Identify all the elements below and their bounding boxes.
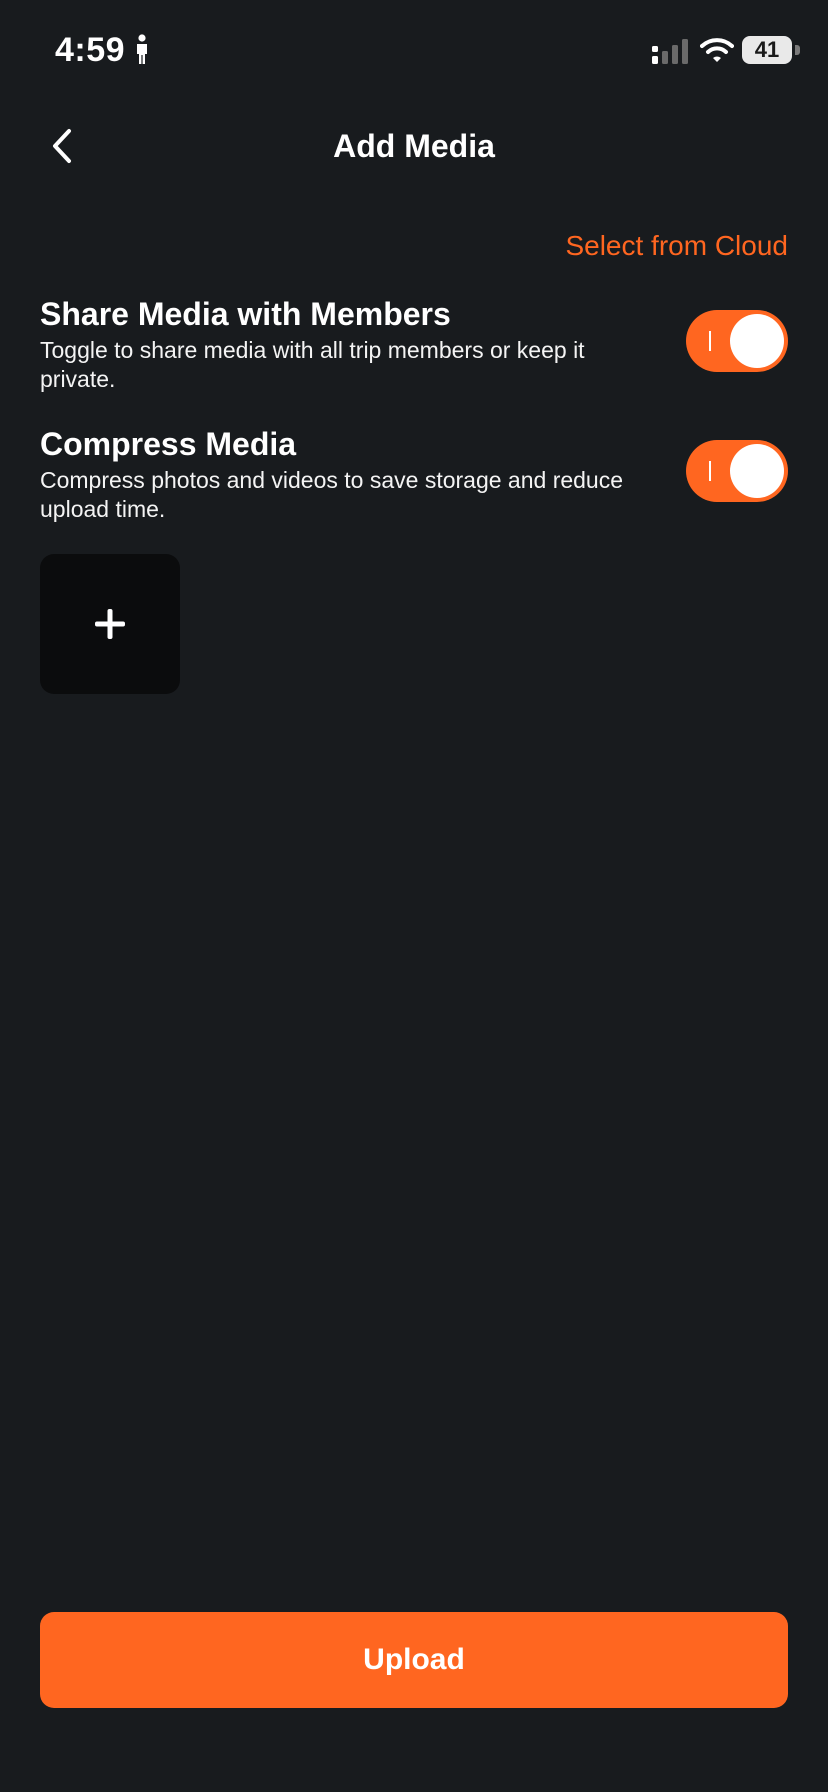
toggle-knob	[730, 314, 784, 368]
share-media-description: Toggle to share media with all trip memb…	[40, 337, 585, 392]
share-media-toggle[interactable]	[686, 310, 788, 372]
compress-media-setting: Compress Media Compress photos and video…	[40, 424, 788, 524]
toggle-on-mark	[709, 331, 711, 351]
toggle-knob	[730, 444, 784, 498]
toggle-on-mark	[709, 461, 711, 481]
plus-icon	[95, 609, 125, 639]
battery-tip	[795, 45, 800, 55]
status-indicators: 41	[638, 30, 828, 70]
share-media-title: Share Media with Members	[40, 296, 451, 332]
battery-icon: 41	[742, 36, 792, 64]
status-time: 4:59	[55, 31, 126, 69]
status-bar: 4:59 41	[0, 0, 828, 100]
upload-button[interactable]: Upload	[40, 1612, 788, 1708]
signal-icon	[652, 39, 688, 64]
compress-media-description: Compress photos and videos to save stora…	[40, 467, 624, 522]
page-title: Add Media	[333, 128, 495, 164]
add-media-button[interactable]	[40, 554, 180, 694]
compress-media-title: Compress Media	[40, 426, 297, 462]
person-icon	[137, 34, 147, 64]
navigation-header: Add Media	[0, 110, 828, 182]
compress-media-toggle[interactable]	[686, 440, 788, 502]
wifi-icon	[700, 38, 734, 62]
select-from-cloud-link[interactable]: Select from Cloud	[565, 226, 788, 266]
share-media-setting: Share Media with Members Toggle to share…	[40, 294, 788, 394]
